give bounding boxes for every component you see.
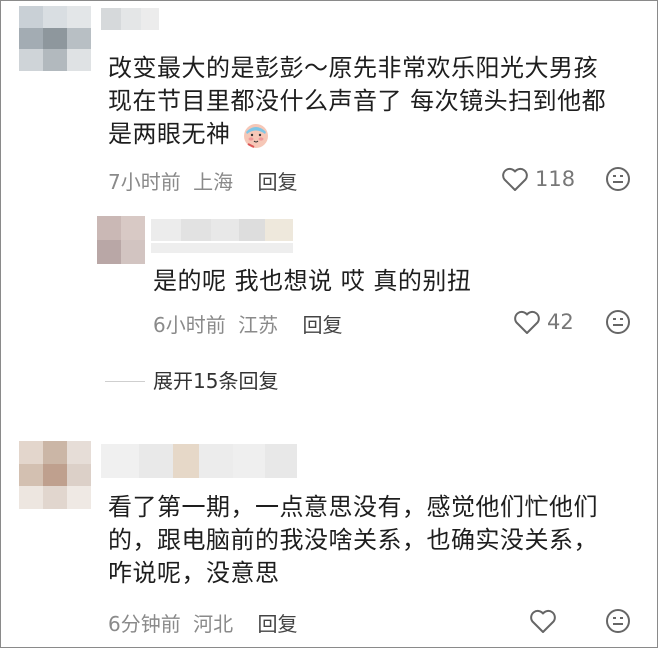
- username-extra: [151, 243, 293, 253]
- username[interactable]: [101, 444, 297, 478]
- comment-text-line: 现在节目里都没什么声音了 每次镜头扫到他都: [108, 87, 607, 115]
- heart-icon: [513, 309, 541, 335]
- face-with-bandage-emoji: [241, 120, 271, 150]
- comment-meta: 6分钟前 河北 回复: [108, 611, 297, 637]
- comment-text-line: 是两眼无神: [108, 118, 648, 151]
- username[interactable]: [151, 219, 293, 241]
- avatar[interactable]: [19, 441, 91, 509]
- reply-button[interactable]: 回复: [257, 612, 297, 636]
- comment-text: 改变最大的是彭彭～原先非常欢乐阳光大男孩 现在节目里都没什么声音了 每次镜头扫到…: [108, 52, 648, 151]
- comment-text-segment: 是两眼无神: [108, 120, 231, 148]
- heart-icon: [529, 608, 557, 634]
- reply-text-line: 是的呢 我也想说 哎 真的别扭: [153, 267, 472, 295]
- comment-meta: 7小时前 上海 回复: [108, 169, 297, 195]
- comment-text-line: 的，跟电脑前的我没啥关系，也确实没关系，: [108, 526, 598, 554]
- like-count: 118: [535, 167, 576, 191]
- heart-icon: [501, 166, 529, 192]
- comment-location: 上海: [193, 170, 234, 194]
- avatar[interactable]: [19, 6, 91, 71]
- emoji-reaction-icon[interactable]: [605, 608, 631, 634]
- reply-button[interactable]: 回复: [257, 170, 297, 194]
- like-button[interactable]: [529, 608, 557, 634]
- comment-text-line: 改变最大的是彭彭～原先非常欢乐阳光大男孩: [108, 54, 598, 82]
- comment-time: 6分钟前: [108, 612, 181, 636]
- reply-text: 是的呢 我也想说 哎 真的别扭: [153, 265, 471, 298]
- expand-replies-link[interactable]: 展开15条回复: [153, 368, 278, 394]
- reply-location: 江苏: [238, 313, 279, 337]
- emoji-reaction-icon[interactable]: [605, 166, 631, 192]
- comment-text-line: 看了第一期，一点意思没有，感觉他们忙他们: [108, 493, 598, 521]
- comment-location: 河北: [193, 612, 234, 636]
- reply-meta: 6小时前 江苏 回复: [153, 312, 342, 338]
- comment-panel: 改变最大的是彭彭～原先非常欢乐阳光大男孩 现在节目里都没什么声音了 每次镜头扫到…: [0, 0, 658, 648]
- like-button[interactable]: 118: [501, 166, 575, 192]
- like-button[interactable]: 42: [513, 309, 574, 335]
- comment-time: 7小时前: [108, 170, 181, 194]
- avatar[interactable]: [97, 216, 145, 264]
- comment-text-line: 咋说呢，没意思: [108, 559, 280, 587]
- reply-button[interactable]: 回复: [302, 313, 342, 337]
- username[interactable]: [101, 8, 159, 30]
- emoji-reaction-icon[interactable]: [605, 309, 631, 335]
- expand-divider: [105, 381, 145, 382]
- reply-time: 6小时前: [153, 313, 226, 337]
- like-count: 42: [547, 310, 574, 334]
- comment-text: 看了第一期，一点意思没有，感觉他们忙他们 的，跟电脑前的我没啥关系，也确实没关系…: [108, 491, 648, 590]
